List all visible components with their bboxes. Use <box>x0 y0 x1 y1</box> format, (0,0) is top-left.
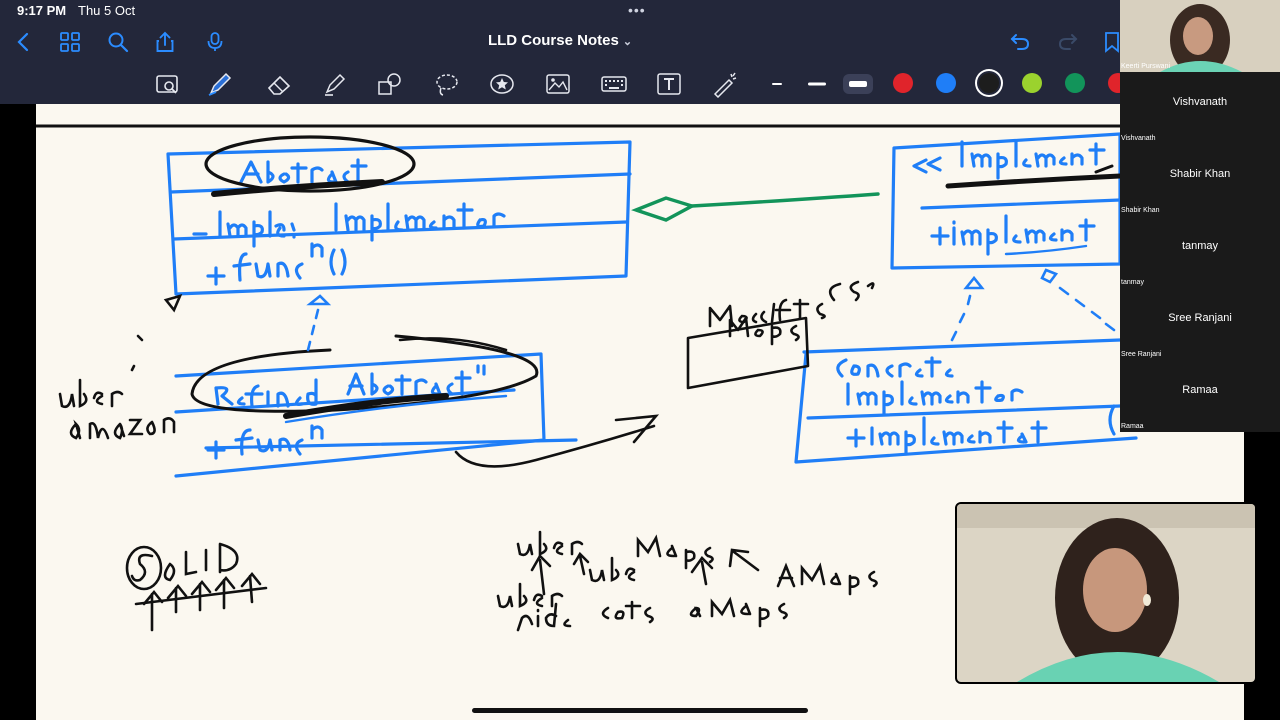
undo-icon[interactable] <box>1008 30 1032 54</box>
shapes-icon[interactable] <box>376 70 404 98</box>
concrete-implementor-class-box <box>794 338 1138 464</box>
participant-tile[interactable]: Sree Ranjani Sree Ranjani <box>1120 288 1280 360</box>
implements-arrows <box>950 268 1116 342</box>
refined-abstraction-highlight <box>190 334 539 424</box>
abstraction-class-box <box>166 140 632 296</box>
microsoft-maps-box <box>686 280 875 390</box>
stroke-thick-option[interactable] <box>843 74 873 94</box>
participant-name: Sree Ranjani <box>1168 312 1232 324</box>
redo-icon[interactable] <box>1056 30 1080 54</box>
highlighter-icon[interactable] <box>321 70 349 98</box>
eraser-icon[interactable] <box>265 70 293 98</box>
text-icon[interactable] <box>655 70 683 98</box>
participant-label: tanmay <box>1121 279 1144 286</box>
abstract-highlight-ellipse <box>204 135 416 197</box>
color-swatch[interactable] <box>1065 73 1085 93</box>
status-bar: 9:17 PM Thu 5 Oct ••• <box>0 0 1120 22</box>
participant-label: Shabir Khan <box>1121 207 1160 214</box>
status-date: Thu 5 Oct <box>78 3 136 18</box>
speaker-video-window[interactable] <box>955 502 1257 684</box>
participant-label: Vishvanath <box>1121 135 1156 142</box>
uber-amazon-notes <box>58 293 183 440</box>
document-title[interactable]: LLD Course Notes ⌄ <box>0 32 1120 49</box>
color-swatch[interactable] <box>936 73 956 93</box>
status-time: 9:17 PM <box>17 3 67 18</box>
stroke-thin-option[interactable] <box>762 74 792 94</box>
participant-label: Sree Ranjani <box>1121 351 1162 358</box>
nav-bar: LLD Course Notes ⌄ <box>0 22 1120 62</box>
lasso-icon[interactable] <box>433 70 461 98</box>
participants-panel: Keerti Purswani Vishvanath Vishvanath Sh… <box>1120 0 1280 432</box>
multitask-dots-icon[interactable]: ••• <box>628 2 646 18</box>
self-name-label: Keerti Purswani <box>1121 63 1171 70</box>
participant-name: Vishvanath <box>1172 96 1228 108</box>
self-video-tile[interactable]: Keerti Purswani <box>1120 0 1280 72</box>
participant-name: Shabir Khan <box>1169 168 1231 180</box>
laser-icon[interactable] <box>711 70 739 98</box>
implementor-class-box <box>890 132 1122 270</box>
participant-name: Ramaa <box>1182 384 1218 396</box>
participant-label: Ramaa <box>1121 423 1144 430</box>
self-video-feed <box>1120 0 1280 72</box>
participant-tile[interactable]: Vishvanath Vishvanath <box>1120 72 1280 144</box>
implementor-underline <box>945 164 1123 256</box>
composition-link <box>631 192 880 222</box>
chevron-down-icon: ⌄ <box>622 36 633 48</box>
stroke-medium-option[interactable] <box>802 74 832 94</box>
color-swatch[interactable] <box>893 73 913 93</box>
participant-tile[interactable]: tanmay tanmay <box>1120 216 1280 288</box>
color-swatch[interactable] <box>979 73 999 93</box>
solid-notes <box>125 542 268 632</box>
uber-maps-notes <box>496 530 878 632</box>
participant-name: tanmay <box>1181 240 1219 252</box>
image-icon[interactable] <box>544 70 572 98</box>
pen-icon[interactable] <box>206 70 234 98</box>
participant-tile[interactable]: Ramaa Ramaa <box>1120 360 1280 432</box>
keyboard-icon[interactable] <box>600 70 628 98</box>
lasso-zoom-icon[interactable] <box>154 70 182 98</box>
refined-abstraction-class-box <box>174 352 578 478</box>
speaker-video-feed <box>957 504 1255 682</box>
document-title-text: LLD Course Notes <box>487 32 619 49</box>
color-swatch[interactable] <box>1022 73 1042 93</box>
participant-tile[interactable]: Shabir Khan Shabir Khan <box>1120 144 1280 216</box>
star-icon[interactable] <box>488 70 516 98</box>
home-indicator[interactable] <box>472 708 808 713</box>
inheritance-arrow <box>306 294 332 352</box>
